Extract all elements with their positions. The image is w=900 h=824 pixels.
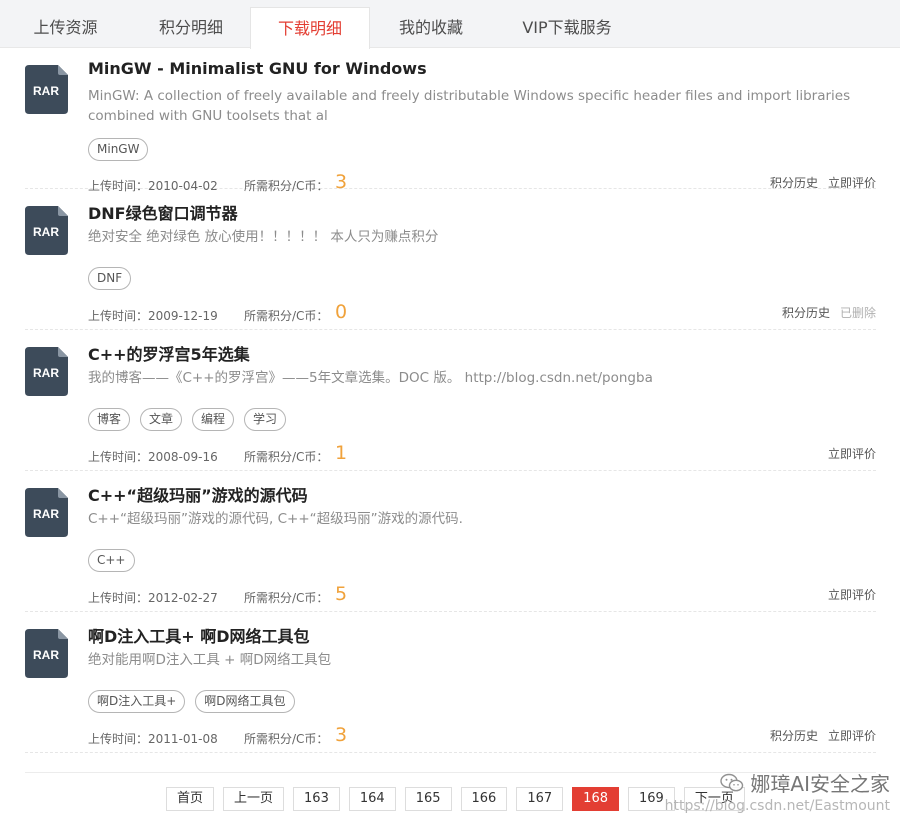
cost-value: 5 bbox=[335, 583, 348, 605]
tab-vip-download-service[interactable]: VIP下载服务 bbox=[492, 7, 642, 48]
resource-meta: 上传时间：2011-01-08 所需积分/C币： 3 bbox=[88, 724, 347, 747]
tag-chip[interactable]: DNF bbox=[88, 267, 132, 290]
tag-chip[interactable]: 啊D注入工具+ bbox=[88, 690, 186, 713]
resource-item: RAR 啊D注入工具+ 啊D网络工具包 绝对能用啊D注入工具 + 啊D网络工具包 啊D… bbox=[25, 612, 876, 753]
page-number-button[interactable]: 167 bbox=[516, 787, 564, 811]
tag-chip[interactable]: 文章 bbox=[140, 408, 183, 431]
resource-actions: 立即评价 bbox=[828, 445, 876, 462]
resource-item: RAR C++的罗浮宫5年选集我的博客——《C++的罗浮宫》——5年文章选集。DO… bbox=[25, 330, 876, 471]
file-icon-label: RAR bbox=[33, 648, 59, 662]
page-first-button[interactable]: 首页 bbox=[166, 787, 215, 811]
rate-now-link[interactable]: 立即评价 bbox=[828, 586, 876, 603]
rar-file-icon: RAR bbox=[25, 629, 68, 678]
resource-item: RAR MinGW - Minimalist GNU for Windows Min… bbox=[25, 48, 876, 193]
tag-list: 啊D注入工具+ 啊D网络工具包 bbox=[88, 690, 295, 713]
resource-description: 绝对安全 绝对绿色 放心使用！！！！！ 本人只为赚点积分 bbox=[88, 229, 439, 245]
page-number-button[interactable]: 169 bbox=[628, 787, 675, 811]
cost-label: 所需积分/C币： bbox=[244, 450, 329, 464]
tag-chip[interactable]: 学习 bbox=[244, 408, 287, 431]
tag-chip[interactable]: 博客 bbox=[88, 408, 131, 431]
tab-bar: 上传资源 积分明细 下载明细 我的收藏 VIP下载服务 bbox=[0, 0, 900, 49]
upload-date: 2011-01-08 bbox=[148, 732, 218, 746]
rar-file-icon: RAR bbox=[25, 65, 68, 114]
upload-date: 2012-02-27 bbox=[148, 591, 218, 605]
points-history-link[interactable]: 积分历史 bbox=[770, 727, 818, 744]
cost-value: 3 bbox=[335, 724, 348, 746]
resource-actions: 立即评价 bbox=[828, 586, 876, 603]
page-next-button[interactable]: 下一页 bbox=[683, 787, 745, 811]
upload-time-label: 上传时间： bbox=[88, 591, 149, 605]
tag-chip[interactable]: 编程 bbox=[192, 408, 235, 431]
rate-now-link[interactable]: 立即评价 bbox=[828, 445, 876, 462]
tab-download-detail[interactable]: 下载明细 bbox=[250, 7, 370, 49]
resource-meta: 上传时间：2012-02-27 所需积分/C币： 5 bbox=[88, 583, 347, 606]
points-history-link[interactable]: 积分历史 bbox=[782, 304, 830, 321]
resource-actions: 积分历史 已删除 bbox=[782, 304, 876, 321]
tag-chip[interactable]: 啊D网络工具包 bbox=[195, 690, 295, 713]
pager-divider bbox=[25, 772, 876, 773]
tag-list: DNF bbox=[88, 267, 132, 290]
cost-value: 0 bbox=[335, 301, 348, 323]
file-icon-label: RAR bbox=[33, 366, 59, 380]
deleted-label: 已删除 bbox=[839, 306, 876, 320]
resource-item: RAR C++“超级玛丽”游戏的源代码 C++“超级玛丽”游戏的源代码, C++“超… bbox=[25, 471, 876, 612]
resource-description: 绝对能用啊D注入工具 + 啊D网络工具包 bbox=[88, 652, 332, 668]
upload-time-label: 上传时间： bbox=[88, 450, 149, 464]
upload-time-label: 上传时间： bbox=[88, 309, 149, 323]
page-number-button[interactable]: 166 bbox=[460, 787, 508, 811]
resource-actions: 积分历史 立即评价 bbox=[770, 727, 876, 744]
rar-file-icon: RAR bbox=[25, 488, 68, 537]
resource-meta: 上传时间：2008-09-16 所需积分/C币： 1 bbox=[88, 442, 347, 465]
cost-label: 所需积分/C币： bbox=[244, 309, 329, 323]
page-number-button[interactable]: 165 bbox=[404, 787, 452, 811]
tab-upload-resources[interactable]: 上传资源 bbox=[0, 7, 131, 48]
tag-chip[interactable]: MinGW bbox=[88, 138, 149, 161]
tab-points-detail[interactable]: 积分明细 bbox=[131, 7, 251, 48]
upload-date: 2009-12-19 bbox=[148, 309, 218, 323]
resource-description: C++“超级玛丽”游戏的源代码, C++“超级玛丽”游戏的源代码. bbox=[88, 511, 463, 527]
tab-my-favorites[interactable]: 我的收藏 bbox=[370, 7, 492, 48]
file-icon-label: RAR bbox=[33, 225, 59, 239]
resource-title[interactable]: DNF绿色窗口调节器 bbox=[88, 200, 238, 224]
cost-label: 所需积分/C币： bbox=[244, 732, 329, 746]
file-icon-label: RAR bbox=[33, 84, 59, 98]
resource-title[interactable]: C++“超级玛丽”游戏的源代码 bbox=[88, 482, 308, 506]
page-number-button[interactable]: 164 bbox=[348, 787, 396, 811]
cost-label: 所需积分/C币： bbox=[244, 591, 329, 605]
tag-list: C++ bbox=[88, 549, 135, 572]
tag-list: MinGW bbox=[88, 138, 149, 161]
cost-value: 1 bbox=[335, 442, 348, 464]
resource-title[interactable]: C++的罗浮宫5年选集 bbox=[88, 341, 250, 365]
upload-date: 2008-09-16 bbox=[148, 450, 218, 464]
page-prev-button[interactable]: 上一页 bbox=[223, 787, 285, 811]
tag-list: 博客 文章 编程 学习 bbox=[88, 408, 287, 431]
upload-time-label: 上传时间： bbox=[88, 732, 149, 746]
rate-now-link[interactable]: 立即评价 bbox=[828, 727, 876, 744]
file-icon-label: RAR bbox=[33, 507, 59, 521]
resource-item: RAR DNF绿色窗口调节器绝对安全 绝对绿色 放心使用！！！！！ 本人只为赚点积… bbox=[25, 189, 876, 330]
resource-meta: 上传时间：2009-12-19 所需积分/C币： 0 bbox=[88, 301, 347, 324]
rar-file-icon: RAR bbox=[25, 347, 68, 396]
page-number-button[interactable]: 163 bbox=[293, 787, 340, 811]
tag-chip[interactable]: C++ bbox=[88, 549, 135, 572]
resource-description: MinGW: A collection of freely available … bbox=[88, 88, 851, 124]
resource-description: 我的博客——《C++的罗浮宫》——5年文章选集。DOC 版。 http://bl… bbox=[88, 370, 653, 386]
pagination: 首页 上一页 163 164 165 166 167 168 169 下一页 bbox=[166, 787, 745, 811]
page-current-button[interactable]: 168 bbox=[572, 787, 619, 811]
resource-title[interactable]: 啊D注入工具+ 啊D网络工具包 bbox=[88, 623, 310, 647]
rar-file-icon: RAR bbox=[25, 206, 68, 255]
resource-title[interactable]: MinGW - Minimalist GNU for Windows bbox=[88, 59, 427, 78]
